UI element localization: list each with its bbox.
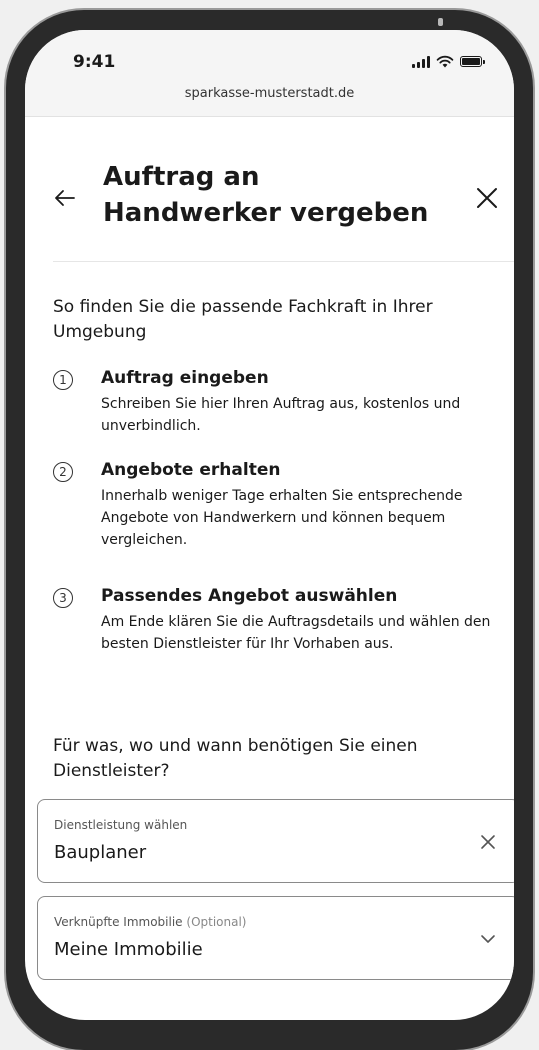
form-question: Für was, wo und wann benötigen Sie einen… — [53, 736, 418, 781]
phone-button — [438, 18, 443, 26]
step-title: Auftrag eingeben — [101, 368, 269, 388]
step-description: Am Ende klären Sie die Auftragsdetails u… — [101, 614, 491, 652]
page-title: Auftrag an Handwerker vergeben — [103, 162, 429, 228]
service-select-field[interactable]: Dienstleistung wählen Bauplaner — [37, 799, 514, 883]
service-field-label: Dienstleistung wählen — [54, 818, 188, 832]
phone-screen: 9:41 sparkasse-musterstadt.de Auftrag an… — [25, 30, 514, 1020]
page-header: Auftrag an Handwerker vergeben — [25, 116, 514, 263]
step-number-icon: 3 — [53, 588, 73, 608]
status-icons — [412, 55, 485, 68]
intro-text: So finden Sie die passende Fachkraft in … — [53, 297, 433, 342]
step-description: Schreiben Sie hier Ihren Auftrag aus, ko… — [101, 396, 461, 434]
close-icon[interactable] — [475, 186, 499, 210]
header-divider — [53, 261, 514, 262]
service-field-value: Bauplaner — [54, 842, 147, 863]
optional-hint: (Optional) — [186, 915, 247, 929]
step-title: Passendes Angebot auswählen — [101, 586, 398, 606]
battery-icon — [460, 56, 485, 67]
property-select-field[interactable]: Verknüpfte Immobilie (Optional) Meine Im… — [37, 896, 514, 980]
status-time: 9:41 — [73, 52, 116, 72]
step-number-icon: 2 — [53, 462, 73, 482]
chevron-down-icon[interactable] — [479, 930, 497, 948]
back-arrow-icon[interactable] — [53, 186, 77, 210]
step-description: Innerhalb weniger Tage erhalten Sie ents… — [101, 488, 463, 548]
property-field-label: Verknüpfte Immobilie (Optional) — [54, 915, 247, 929]
property-label-text: Verknüpfte Immobilie — [54, 915, 183, 929]
clear-icon[interactable] — [479, 833, 497, 851]
signal-icon — [412, 55, 430, 68]
property-field-value: Meine Immobilie — [54, 939, 203, 960]
step-number-icon: 1 — [53, 370, 73, 390]
step-title: Angebote erhalten — [101, 460, 281, 480]
wifi-icon — [436, 55, 454, 68]
browser-url[interactable]: sparkasse-musterstadt.de — [25, 86, 514, 101]
browser-bar: 9:41 sparkasse-musterstadt.de — [25, 30, 514, 117]
